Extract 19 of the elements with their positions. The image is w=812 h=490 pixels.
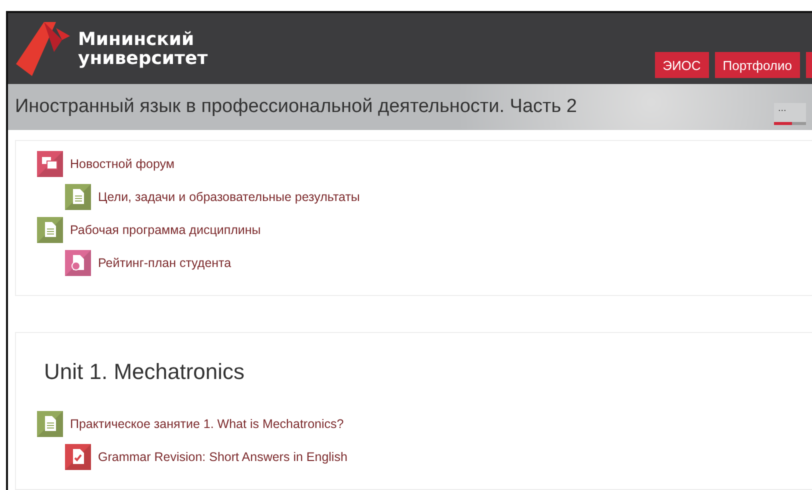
logo-icon xyxy=(16,22,72,76)
activity-link[interactable]: Цели, задачи и образовательные результаты xyxy=(98,190,360,204)
activity-link[interactable]: Рабочая программа дисциплины xyxy=(70,223,261,237)
activity-link[interactable]: Новостной форум xyxy=(70,157,174,171)
forum-icon xyxy=(37,151,63,177)
activity-link[interactable]: Рейтинг-план студента xyxy=(98,256,232,270)
page-icon xyxy=(37,217,63,243)
file-icon xyxy=(65,250,91,276)
nav-button[interactable]: Портфолио xyxy=(714,52,800,78)
nav-button[interactable]: ЭИОС xyxy=(654,52,709,78)
page-icon xyxy=(65,184,91,210)
logo-text: Мининский университет xyxy=(78,30,208,68)
section-title: Unit 1. Mechatronics xyxy=(44,359,246,385)
quiz-icon xyxy=(65,444,91,470)
menu-button[interactable]: ... xyxy=(774,103,806,125)
activity-link[interactable]: Практическое занятие 1. What is Mechatronics? xyxy=(70,417,344,431)
activity-link[interactable]: Grammar Revision: Short Answers in English xyxy=(98,450,348,464)
page-icon xyxy=(37,411,63,437)
course-title: Иностранный язык в профессиональной деятельности. Часть 2 xyxy=(15,96,577,118)
